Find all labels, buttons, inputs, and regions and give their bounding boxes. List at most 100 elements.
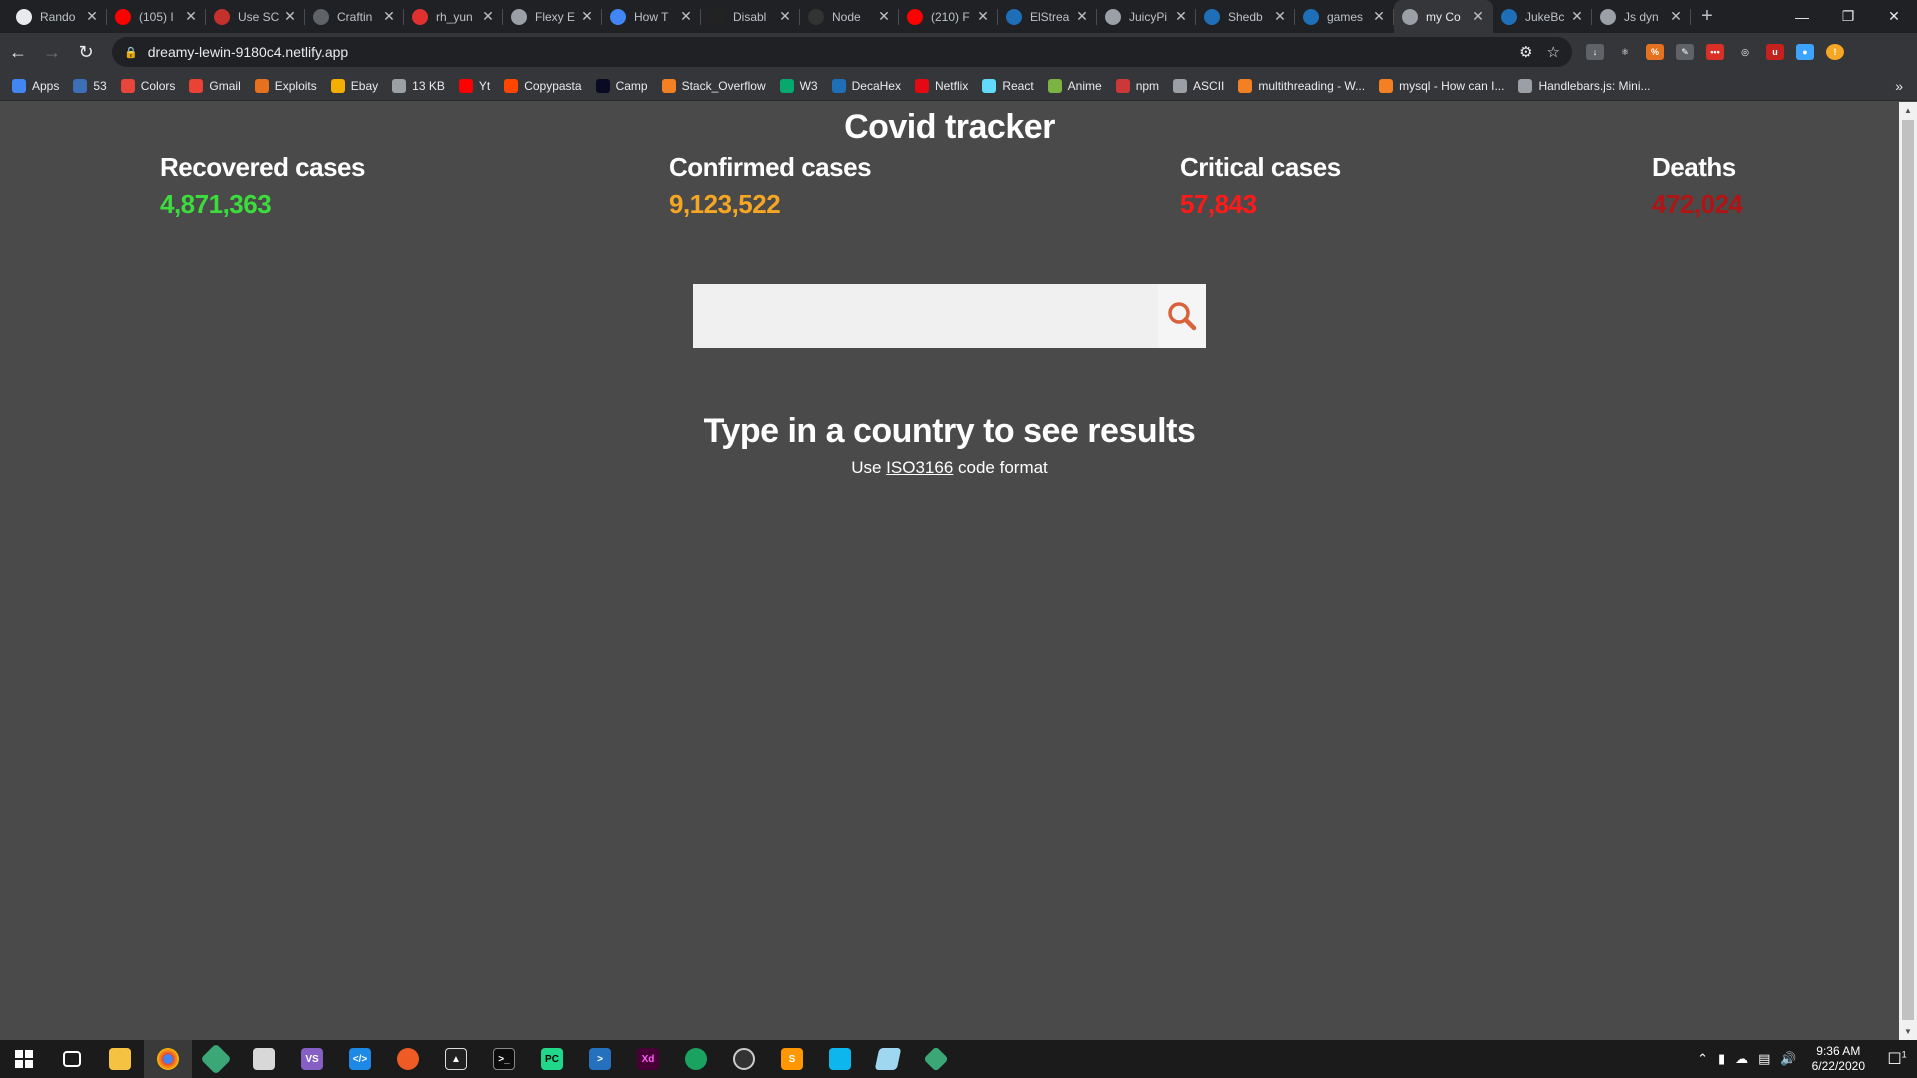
- task-view-button[interactable]: [48, 1040, 96, 1078]
- translate-icon[interactable]: ⚙: [1519, 43, 1532, 61]
- scroll-down-arrow-icon[interactable]: ▼: [1899, 1023, 1917, 1040]
- browser-tab[interactable]: Flexy E ✕: [503, 0, 602, 33]
- extension-percent-icon[interactable]: %: [1646, 44, 1664, 60]
- taskbar-notes[interactable]: [864, 1040, 912, 1078]
- bookmark-item[interactable]: Yt: [458, 78, 490, 93]
- clock[interactable]: 9:36 AM 6/22/2020: [1812, 1044, 1865, 1074]
- volume-icon[interactable]: 🔊: [1780, 1051, 1796, 1067]
- bookmark-item[interactable]: Copypasta: [504, 78, 582, 93]
- iso3166-link[interactable]: ISO3166: [886, 458, 953, 477]
- taskbar-sublime[interactable]: S: [768, 1040, 816, 1078]
- bookmark-item[interactable]: ASCII: [1173, 78, 1224, 93]
- extension-pen-icon[interactable]: ✎: [1676, 44, 1694, 60]
- tab-close-icon[interactable]: ✕: [184, 8, 198, 25]
- taskbar-notepad[interactable]: [240, 1040, 288, 1078]
- tab-close-icon[interactable]: ✕: [382, 8, 396, 25]
- browser-tab[interactable]: Use SC ✕: [206, 0, 305, 33]
- profile-avatar-icon[interactable]: ●: [1796, 44, 1814, 60]
- tab-close-icon[interactable]: ✕: [976, 8, 990, 25]
- tab-close-icon[interactable]: ✕: [1273, 8, 1287, 25]
- restore-button[interactable]: ❐: [1825, 0, 1871, 33]
- tab-close-icon[interactable]: ✕: [85, 8, 99, 25]
- bookmark-item[interactable]: Apps: [12, 78, 59, 93]
- browser-tab[interactable]: my Co ✕: [1394, 0, 1493, 33]
- bookmark-item[interactable]: Camp: [595, 78, 648, 93]
- browser-tab[interactable]: How T ✕: [602, 0, 701, 33]
- bookmark-item[interactable]: W3: [779, 78, 818, 93]
- bookmark-item[interactable]: Ebay: [330, 78, 378, 93]
- taskbar-postman[interactable]: [384, 1040, 432, 1078]
- update-icon[interactable]: !: [1826, 44, 1844, 60]
- extension-target-icon[interactable]: ◎: [1736, 44, 1754, 60]
- scroll-thumb[interactable]: [1902, 120, 1914, 1020]
- bookmark-item[interactable]: multithreading - W...: [1238, 78, 1365, 93]
- battery-icon[interactable]: ▮: [1718, 1051, 1725, 1067]
- taskbar-davinci[interactable]: [720, 1040, 768, 1078]
- tab-close-icon[interactable]: ✕: [1174, 8, 1188, 25]
- tab-close-icon[interactable]: ✕: [481, 8, 495, 25]
- notification-center-button[interactable]: ☐1: [1877, 1049, 1917, 1069]
- taskbar-chrome[interactable]: [144, 1040, 192, 1078]
- bookmark-item[interactable]: 53: [73, 78, 107, 93]
- browser-tab[interactable]: Craftin ✕: [305, 0, 404, 33]
- bookmark-item[interactable]: React: [982, 78, 1034, 93]
- country-search-input[interactable]: [693, 284, 1158, 348]
- browser-tab[interactable]: ElStrea ✕: [998, 0, 1097, 33]
- bookmark-item[interactable]: Exploits: [254, 78, 317, 93]
- tab-close-icon[interactable]: ✕: [580, 8, 594, 25]
- extension-lastpass-icon[interactable]: •••: [1706, 44, 1724, 60]
- minimize-button[interactable]: —: [1779, 0, 1825, 33]
- close-window-button[interactable]: ✕: [1871, 0, 1917, 33]
- url-text[interactable]: dreamy-lewin-9180c4.netlify.app: [148, 44, 349, 60]
- browser-tab[interactable]: Disabl ✕: [701, 0, 800, 33]
- tab-close-icon[interactable]: ✕: [679, 8, 693, 25]
- taskbar-maps[interactable]: [672, 1040, 720, 1078]
- back-button[interactable]: ←: [2, 36, 34, 68]
- extension-ublock-icon[interactable]: u: [1766, 44, 1784, 60]
- browser-tab[interactable]: (210) F ✕: [899, 0, 998, 33]
- onedrive-icon[interactable]: ☁: [1735, 1051, 1748, 1067]
- taskbar-file-explorer[interactable]: [96, 1040, 144, 1078]
- browser-tab[interactable]: rh_yun ✕: [404, 0, 503, 33]
- bookmark-item[interactable]: Netflix: [914, 78, 968, 93]
- taskbar-azure[interactable]: [816, 1040, 864, 1078]
- browser-tab[interactable]: (105) I ✕: [107, 0, 206, 33]
- search-button[interactable]: [1158, 284, 1206, 348]
- bookmark-item[interactable]: DecaHex: [831, 78, 901, 93]
- browser-tab[interactable]: Rando ✕: [8, 0, 107, 33]
- taskbar-adobe-xd[interactable]: Xd: [624, 1040, 672, 1078]
- bookmark-item[interactable]: Handlebars.js: Mini...: [1518, 78, 1651, 93]
- browser-tab[interactable]: JukeBc ✕: [1493, 0, 1592, 33]
- bookmark-item[interactable]: Anime: [1047, 78, 1102, 93]
- taskbar-unity[interactable]: ▲: [432, 1040, 480, 1078]
- bookmark-item[interactable]: 13 KB: [392, 78, 445, 93]
- browser-tab[interactable]: games ✕: [1295, 0, 1394, 33]
- start-button[interactable]: [0, 1040, 48, 1078]
- taskbar-terminal[interactable]: >_: [480, 1040, 528, 1078]
- bookmark-star-icon[interactable]: ☆: [1547, 43, 1560, 61]
- browser-tab[interactable]: Shedb ✕: [1196, 0, 1295, 33]
- extension-download-icon[interactable]: ↓: [1586, 44, 1604, 60]
- tab-close-icon[interactable]: ✕: [1669, 8, 1683, 25]
- forward-button[interactable]: →: [36, 36, 68, 68]
- bookmark-item[interactable]: Stack_Overflow: [661, 78, 766, 93]
- tab-close-icon[interactable]: ✕: [778, 8, 792, 25]
- bookmark-item[interactable]: npm: [1115, 78, 1159, 93]
- browser-tab[interactable]: Js dyn ✕: [1592, 0, 1691, 33]
- lock-icon[interactable]: 🔒: [124, 46, 138, 59]
- tab-close-icon[interactable]: ✕: [1471, 8, 1485, 25]
- bookmark-item[interactable]: Colors: [120, 78, 175, 93]
- new-tab-button[interactable]: +: [1691, 0, 1723, 33]
- address-bar[interactable]: 🔒 dreamy-lewin-9180c4.netlify.app ⚙ ☆: [112, 37, 1572, 67]
- scroll-up-arrow-icon[interactable]: ▲: [1899, 102, 1917, 119]
- tab-close-icon[interactable]: ✕: [1372, 8, 1386, 25]
- taskbar-pycharm[interactable]: PC: [528, 1040, 576, 1078]
- extension-react-icon[interactable]: ⚛: [1616, 44, 1634, 60]
- tab-close-icon[interactable]: ✕: [1075, 8, 1089, 25]
- taskbar-powershell[interactable]: >: [576, 1040, 624, 1078]
- taskbar-gitkraken[interactable]: [192, 1040, 240, 1078]
- chevron-up-icon[interactable]: ⌃: [1697, 1051, 1708, 1067]
- taskbar-visual-studio[interactable]: VS: [288, 1040, 336, 1078]
- more-bookmarks-button[interactable]: »: [1895, 78, 1903, 94]
- network-icon[interactable]: ▤: [1758, 1051, 1770, 1067]
